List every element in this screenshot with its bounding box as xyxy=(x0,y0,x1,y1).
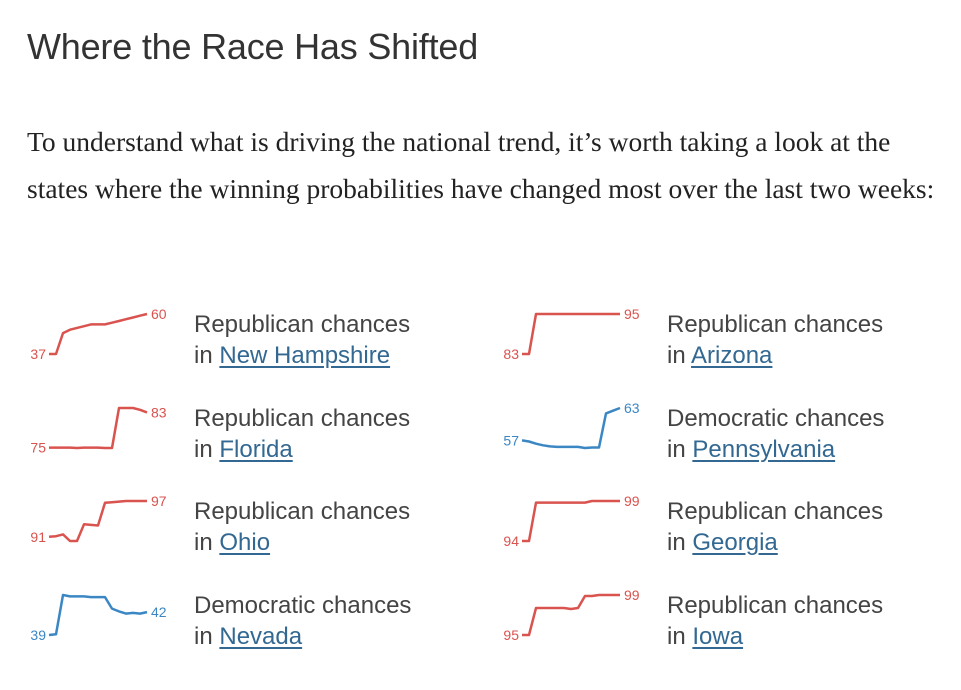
state-line: in Arizona xyxy=(667,340,883,371)
state-item: 94 99 Republican chances in Georgia xyxy=(500,493,961,573)
in-word: in xyxy=(194,529,220,556)
state-link[interactable]: Georgia xyxy=(692,529,777,556)
state-line: in Pennsylvania xyxy=(667,434,884,465)
start-value-label: 57 xyxy=(503,432,519,448)
sparkline: 37 60 xyxy=(30,306,167,362)
state-label: Republican chances in Iowa xyxy=(667,590,883,652)
chance-type-label: Republican chances xyxy=(194,311,411,338)
state-link[interactable]: Pennsylvania xyxy=(692,436,835,463)
end-value-label: 42 xyxy=(151,604,167,620)
chance-type-label: Republican chances xyxy=(667,311,884,338)
page-title: Where the Race Has Shifted xyxy=(27,26,479,67)
in-word: in xyxy=(194,342,220,369)
end-value-label: 60 xyxy=(151,306,167,322)
state-item: 39 42 Democratic chances in Nevada xyxy=(27,587,497,667)
state-link[interactable]: Arizona xyxy=(691,342,772,369)
sparkline-series xyxy=(522,499,620,543)
state-item: 57 63 Democratic chances in Pennsylvania xyxy=(500,400,961,480)
end-value-label: 99 xyxy=(624,493,640,509)
state-link[interactable]: New Hampshire xyxy=(219,342,390,369)
sparkline: 91 97 xyxy=(30,493,167,545)
state-link[interactable]: Ohio xyxy=(219,529,270,556)
state-link[interactable]: Florida xyxy=(219,436,292,463)
chance-type-label: Republican chances xyxy=(194,405,411,432)
state-label: Republican chances in Arizona xyxy=(667,309,883,371)
state-link[interactable]: Nevada xyxy=(219,623,302,650)
sparkline-series xyxy=(49,312,148,356)
start-value-label: 91 xyxy=(30,529,46,545)
chance-type-label: Democratic chances xyxy=(667,405,885,432)
in-word: in xyxy=(667,436,693,463)
state-line: in Florida xyxy=(194,434,410,465)
sparkline-series xyxy=(522,312,620,356)
state-label: Republican chances in New Hampshire xyxy=(194,309,410,371)
sparkline: 39 42 xyxy=(30,593,167,643)
start-value-label: 39 xyxy=(30,627,46,643)
sparkline: 75 83 xyxy=(30,404,167,456)
sparkline-series xyxy=(522,593,620,637)
state-line: in Ohio xyxy=(194,527,410,558)
chance-type-label: Republican chances xyxy=(667,498,884,525)
state-line: in New Hampshire xyxy=(194,340,410,371)
state-item: 75 83 Republican chances in Florida xyxy=(27,400,497,480)
state-label: Republican chances in Georgia xyxy=(667,496,883,558)
start-value-label: 37 xyxy=(30,346,46,362)
state-line: in Georgia xyxy=(667,527,883,558)
sparkline: 57 63 xyxy=(503,400,640,450)
in-word: in xyxy=(667,623,693,650)
sparkline-series xyxy=(49,406,148,450)
end-value-label: 83 xyxy=(151,404,167,420)
end-value-label: 99 xyxy=(624,587,640,603)
chance-type-label: Republican chances xyxy=(667,592,884,619)
state-link[interactable]: Iowa xyxy=(692,623,743,650)
sparkline: 94 99 xyxy=(503,493,640,549)
sparkline: 95 99 xyxy=(503,587,640,643)
sparkline: 83 95 xyxy=(503,306,640,362)
end-value-label: 95 xyxy=(624,306,640,322)
in-word: in xyxy=(667,342,692,369)
in-word: in xyxy=(194,436,220,463)
state-label: Democratic chances in Nevada xyxy=(194,590,411,652)
end-value-label: 63 xyxy=(624,400,640,416)
chance-type-label: Democratic chances xyxy=(194,592,412,619)
start-value-label: 83 xyxy=(503,346,519,362)
start-value-label: 94 xyxy=(503,533,519,549)
sparkline-series xyxy=(48,499,147,543)
state-label: Republican chances in Florida xyxy=(194,403,410,465)
state-item: 95 99 Republican chances in Iowa xyxy=(500,587,961,667)
state-item: 83 95 Republican chances in Arizona xyxy=(500,306,961,386)
state-item: 37 60 Republican chances in New Hampshire xyxy=(27,306,497,386)
sparkline-series xyxy=(48,593,148,637)
start-value-label: 95 xyxy=(503,627,519,643)
end-value-label: 97 xyxy=(151,493,167,509)
state-line: in Nevada xyxy=(194,621,411,652)
start-value-label: 75 xyxy=(30,440,46,456)
state-item: 91 97 Republican chances in Ohio xyxy=(27,493,497,573)
chance-type-label: Republican chances xyxy=(194,498,411,525)
state-label: Republican chances in Ohio xyxy=(194,496,410,558)
state-label: Democratic chances in Pennsylvania xyxy=(667,403,884,465)
state-line: in Iowa xyxy=(667,621,883,652)
in-word: in xyxy=(194,623,220,650)
intro-paragraph: To understand what is driving the nation… xyxy=(27,126,935,204)
sparkline-series xyxy=(521,406,621,450)
in-word: in xyxy=(667,529,693,556)
